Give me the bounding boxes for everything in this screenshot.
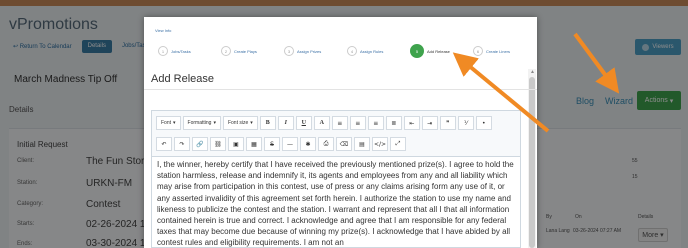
- numbered-list-icon[interactable]: ⅟: [457, 116, 474, 130]
- modal-title: Add Release: [151, 73, 214, 85]
- source-code-icon[interactable]: </>: [372, 137, 388, 151]
- step-label: Assign Rules: [360, 48, 384, 54]
- modal-divider: [144, 89, 537, 90]
- align-right-icon[interactable]: ≡: [367, 116, 384, 130]
- step-number: 5: [410, 44, 424, 58]
- step-assign-rules[interactable]: 4 Assign Rules: [347, 44, 410, 58]
- outdent-icon[interactable]: ⇤: [403, 116, 420, 130]
- special-char-icon[interactable]: ✱: [300, 137, 316, 151]
- align-justify-icon[interactable]: ≣: [385, 116, 402, 130]
- step-number: 4: [347, 46, 357, 56]
- step-label: Jobs/Tasks: [171, 48, 191, 54]
- table-icon[interactable]: ▦: [246, 137, 262, 151]
- view-info-link[interactable]: View Info: [155, 28, 171, 33]
- step-label: Assign Prizes: [297, 48, 322, 54]
- modal-scroll-thumb[interactable]: [529, 77, 535, 248]
- toolbar-row-2: ↶ ↷ 🔗 ⛓ ▣ ▦ S — ✱ ⎙ ⌫ ▤ </> ⤢: [156, 137, 406, 151]
- print-icon[interactable]: ⎙: [318, 137, 334, 151]
- align-left-icon[interactable]: ≡: [331, 116, 348, 130]
- scroll-up-arrow-icon[interactable]: ▲: [530, 69, 535, 75]
- toolbar-row-1: Font ▾ Formatting ▾ Font size ▾ B I U A ≡ ≡…: [156, 116, 492, 130]
- step-label: Create Plays: [234, 48, 257, 54]
- strikethrough-icon[interactable]: S: [264, 137, 280, 151]
- step-number: 6: [473, 46, 483, 56]
- document-icon[interactable]: ▤: [354, 137, 370, 151]
- italic-button[interactable]: I: [277, 116, 294, 130]
- step-number: 3: [284, 46, 294, 56]
- step-create-plays[interactable]: 2 Create Plays: [221, 44, 284, 58]
- blockquote-icon[interactable]: ❞: [439, 116, 456, 130]
- clear-format-icon[interactable]: ⌫: [336, 137, 352, 151]
- undo-icon[interactable]: ↶: [156, 137, 172, 151]
- indent-icon[interactable]: ⇥: [421, 116, 438, 130]
- horizontal-rule-icon[interactable]: —: [282, 137, 298, 151]
- step-label: Create Liners: [486, 48, 511, 54]
- release-text-editor[interactable]: Font ▾ Formatting ▾ Font size ▾ B I U A ≡ ≡…: [151, 110, 521, 248]
- step-add-release[interactable]: 5 Add Release: [410, 44, 473, 58]
- step-label: Add Release: [427, 48, 450, 54]
- underline-button[interactable]: U: [295, 116, 312, 130]
- redo-icon[interactable]: ↷: [174, 137, 190, 151]
- chevron-down-icon: ▾: [250, 120, 253, 126]
- bold-button[interactable]: B: [259, 116, 276, 130]
- add-release-modal: View Info 1 Jobs/Tasks 2 Create Plays 3 …: [144, 17, 537, 248]
- unlink-icon[interactable]: ⛓: [210, 137, 226, 151]
- wizard-steps: 1 Jobs/Tasks 2 Create Plays 3 Assign Pri…: [158, 44, 536, 58]
- release-text[interactable]: I, the winner, hereby certify that I hav…: [157, 159, 515, 248]
- link-icon[interactable]: 🔗: [192, 137, 208, 151]
- step-number: 1: [158, 46, 168, 56]
- editor-toolbar: Font ▾ Formatting ▾ Font size ▾ B I U A ≡ ≡…: [152, 111, 520, 157]
- bulleted-list-icon[interactable]: •: [475, 116, 492, 130]
- font-select[interactable]: Font ▾: [156, 116, 181, 130]
- formatting-select[interactable]: Formatting ▾: [182, 116, 221, 130]
- formatting-select-label: Formatting: [187, 120, 212, 126]
- font-size-select[interactable]: Font size ▾: [222, 116, 258, 130]
- font-size-select-label: Font size: [227, 120, 249, 126]
- step-create-liners[interactable]: 6 Create Liners: [473, 44, 536, 58]
- font-color-button[interactable]: A: [313, 116, 330, 130]
- step-jobs-tasks[interactable]: 1 Jobs/Tasks: [158, 44, 221, 58]
- chevron-down-icon: ▾: [173, 120, 176, 126]
- font-select-label: Font: [161, 120, 172, 126]
- image-icon[interactable]: ▣: [228, 137, 244, 151]
- step-assign-prizes[interactable]: 3 Assign Prizes: [284, 44, 347, 58]
- step-number: 2: [221, 46, 231, 56]
- chevron-down-icon: ▾: [213, 120, 216, 126]
- align-center-icon[interactable]: ≡: [349, 116, 366, 130]
- fullscreen-icon[interactable]: ⤢: [390, 137, 406, 151]
